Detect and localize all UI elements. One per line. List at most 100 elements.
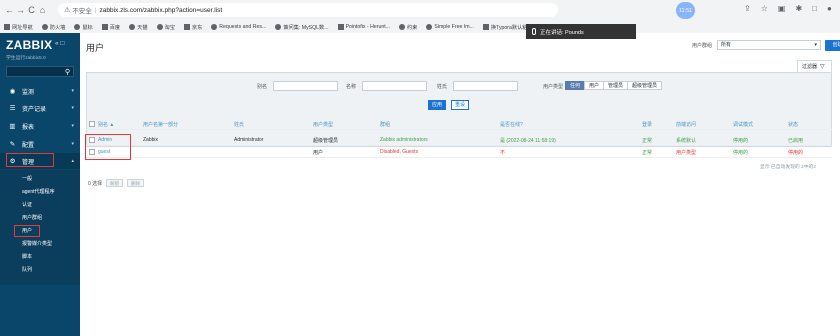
user-type: 用户 — [313, 150, 324, 156]
highlight-box-admin — [6, 153, 54, 167]
bookmark-icon — [426, 24, 433, 30]
status-link[interactable]: 已启用 — [788, 137, 803, 144]
filter-tab[interactable]: 过滤器 ▽ — [797, 60, 832, 72]
submenu-proxies[interactable]: agent代理程序 — [22, 188, 55, 195]
col-name[interactable]: 用户名第一部分 — [143, 121, 178, 128]
user-group-select-value: 所有 — [721, 42, 732, 48]
submenu-user-groups[interactable]: 用户群组 — [22, 214, 42, 221]
user-type-admin[interactable]: 管理员 — [603, 81, 629, 90]
user-surname: Administrator — [234, 137, 264, 143]
bookmark-item[interactable]: Requests and Res... — [211, 24, 266, 30]
url-bar[interactable]: ⚠ 不安全 | zabbix.zls.com/zabbix.php?action… — [58, 3, 558, 17]
collapse-sidebar-button[interactable]: « □ — [55, 40, 64, 47]
submenu-scripts[interactable]: 脚本 — [22, 253, 32, 260]
puzzle-icon[interactable]: ✱ — [795, 4, 802, 13]
online-status: 不 — [500, 150, 506, 156]
bookmark-icon — [398, 24, 405, 30]
bookmark-item[interactable]: 换Typora默认粘... — [482, 24, 532, 31]
table-row: guest 用户 Disabled, Guests 不 正常 用户类型 停用的 … — [86, 147, 832, 158]
time-badge: 11:51 — [676, 2, 695, 19]
highlight-box-users — [14, 225, 40, 237]
menu-reports[interactable]: ▥ 报表 ▾ — [0, 118, 80, 134]
frontend-access: 系统默认 — [676, 138, 697, 144]
bookmark-item[interactable]: 淘宝 — [156, 24, 175, 31]
user-group-select[interactable]: 所有 ▾ — [717, 40, 821, 50]
server-name: 学生运行zabbix5.0 — [6, 56, 46, 61]
create-user-button[interactable]: 创建用户 — [825, 40, 840, 51]
bookmark-item[interactable]: 京东 — [183, 24, 202, 31]
sidebar-search-input[interactable]: ⚲ — [6, 66, 74, 77]
user-groups-link[interactable]: Disabled, Guests — [380, 149, 418, 155]
extension-icon[interactable]: ▣ — [778, 4, 786, 13]
sidebar: ZABBIX « □ 学生运行zabbix5.0 ⚲ ◉ 监测 ▾ ☰ 资产记录… — [0, 33, 80, 336]
page-title: 用户 — [86, 43, 105, 53]
toast-text: 正在讲话: Pounds — [540, 29, 584, 36]
bookmark-icon — [183, 24, 190, 30]
star-icon[interactable]: ☆ — [761, 4, 768, 13]
user-type-super-admin[interactable]: 超级管理员 — [627, 81, 663, 90]
col-surname[interactable]: 姓氏 — [234, 121, 244, 128]
bookmark-item[interactable]: Pointofix - Herunt... — [337, 24, 390, 30]
bookmark-item[interactable]: 约束 — [398, 24, 418, 31]
delete-button[interactable]: 删除 — [127, 179, 145, 187]
submenu-general[interactable]: 一般 — [22, 175, 32, 182]
bookmark-label: 约束 — [406, 24, 418, 31]
bookmark-item[interactable]: Simple Free Im... — [426, 24, 474, 30]
bookmark-item[interactable]: 天猫 — [129, 24, 148, 31]
home-icon[interactable]: ⌂ — [37, 5, 48, 15]
selected-count: 0 选择 — [88, 180, 103, 187]
apply-button[interactable]: 应用 — [428, 100, 446, 110]
admin-submenu: 一般 agent代理程序 认证 用户群组 用户 报警媒介类型 脚本 队列 — [0, 170, 80, 285]
col-status: 状态 — [788, 122, 799, 128]
status-link[interactable]: 停用的 — [788, 149, 803, 156]
user-type-any[interactable]: 任何 — [565, 81, 586, 90]
user-type-label: 用户类型 — [542, 84, 563, 90]
zabbix-logo[interactable]: ZABBIX — [6, 38, 52, 52]
col-alias[interactable]: 别名 ▲ — [98, 121, 114, 128]
submenu-authentication[interactable]: 认证 — [22, 201, 32, 208]
forward-icon[interactable]: → — [15, 5, 26, 15]
bookmark-item[interactable]: 防火墙 — [41, 24, 66, 31]
bookmark-item[interactable]: 策问集: MySQL数... — [275, 24, 329, 31]
bookmark-item[interactable]: 网址导航 — [4, 24, 33, 31]
window-icon[interactable]: □ — [812, 4, 817, 13]
col-frontend: 前端访问 — [676, 122, 697, 128]
list-icon: ☰ — [9, 105, 16, 112]
bookmark-icon — [129, 24, 136, 30]
unblock-button[interactable]: 解锁 — [106, 179, 124, 187]
col-user-type[interactable]: 用户类型 — [313, 121, 333, 128]
menu-configuration[interactable]: ✎ 配置 ▾ — [0, 136, 80, 152]
bookmark-label: 百度 — [109, 24, 121, 31]
col-login: 登录 — [642, 122, 653, 128]
highlight-box-admin-row — [85, 134, 131, 160]
bookmark-icon — [4, 24, 10, 30]
reset-button[interactable]: 重设 — [451, 100, 469, 110]
bookmark-label: Simple Free Im... — [434, 24, 474, 30]
address-bar-row: ← → C ⌂ ⚠ 不安全 | zabbix.zls.com/zabbix.ph… — [0, 0, 840, 20]
reload-icon[interactable]: C — [26, 5, 37, 15]
bookmarks-bar: 网址导航 防火墙 鼠标 百度 天猫 淘宝 京东 Requests and Res... 策问集:… — [4, 21, 836, 33]
user-groups-link[interactable]: Zabbix administrators — [380, 137, 428, 143]
bookmark-item[interactable]: 百度 — [101, 24, 121, 31]
submenu-media-types[interactable]: 报警媒介类型 — [22, 240, 52, 247]
share-icon[interactable]: ⇪ — [744, 4, 751, 13]
bookmark-label: 策问集: MySQL数... — [283, 24, 329, 31]
user-type-user[interactable]: 用户 — [584, 81, 605, 90]
select-all-checkbox[interactable] — [89, 121, 95, 127]
menu-label: 配置 — [22, 142, 35, 149]
surname-input[interactable] — [453, 81, 518, 91]
profile-icon[interactable]: ● — [827, 4, 832, 13]
chevron-up-icon: ▴ — [71, 158, 74, 164]
filter-icon: ▽ — [820, 64, 825, 70]
chevron-down-icon: ▾ — [71, 88, 74, 94]
bookmark-label: 防火墙 — [49, 24, 66, 31]
menu-inventory[interactable]: ☰ 资产记录 ▾ — [0, 100, 80, 116]
menu-monitoring[interactable]: ◉ 监测 ▾ — [0, 83, 80, 99]
bookmark-item[interactable]: 鼠标 — [74, 24, 93, 31]
browser-chrome: ← → C ⌂ ⚠ 不安全 | zabbix.zls.com/zabbix.ph… — [0, 0, 840, 33]
submenu-queue[interactable]: 队列 — [22, 266, 32, 273]
col-online: 是否在线? — [500, 122, 523, 128]
search-icon[interactable]: ⚲ — [65, 68, 70, 76]
back-icon[interactable]: ← — [4, 5, 15, 15]
browser-actions: ⇪ ☆ ▣ ✱ □ ● ⋮ — [744, 4, 840, 13]
